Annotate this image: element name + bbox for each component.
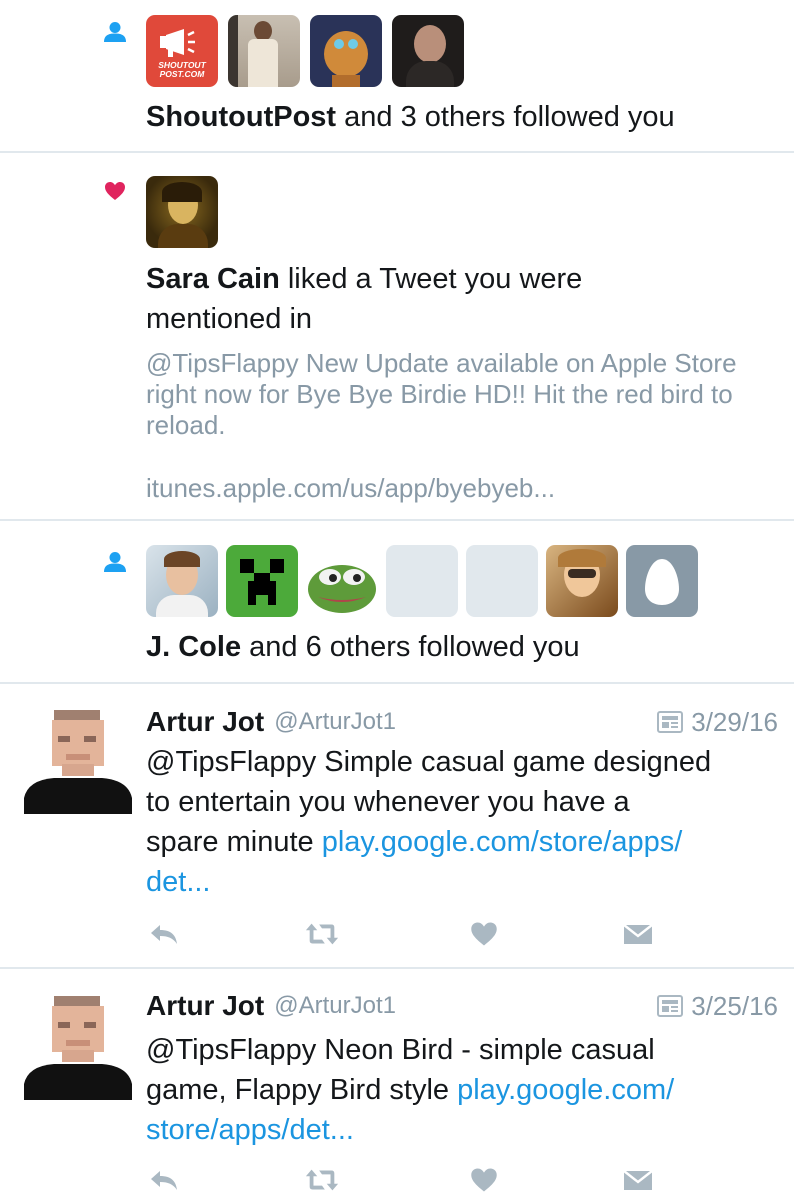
actor-name[interactable]: Sara Cain bbox=[146, 263, 280, 295]
tweet-header: Artur Jot @ArturJot1 bbox=[146, 704, 396, 740]
tweet-actions bbox=[146, 918, 666, 950]
follow-summary: J. Cole and 6 others followed you bbox=[146, 627, 580, 667]
author-name[interactable]: Artur Jot bbox=[146, 706, 264, 738]
quoted-tweet-line: reload. bbox=[146, 410, 226, 440]
avatar[interactable] bbox=[466, 545, 538, 617]
quoted-tweet-link[interactable]: itunes.apple.com/us/app/byebyeb... bbox=[146, 473, 555, 504]
heart-icon bbox=[105, 182, 125, 200]
avatar[interactable] bbox=[24, 988, 132, 1100]
avatar[interactable] bbox=[386, 545, 458, 617]
tweet-text-line: @TipsFlappy Simple casual game designed bbox=[146, 746, 712, 778]
author-handle[interactable]: @ArturJot1 bbox=[274, 708, 396, 736]
card-icon bbox=[657, 995, 684, 1017]
card-icon bbox=[657, 711, 684, 733]
tweet-link[interactable]: play.google.com/ bbox=[457, 1074, 674, 1106]
retweet-button[interactable] bbox=[304, 918, 340, 950]
person-icon bbox=[104, 552, 126, 572]
tweet-text-line: spare minute play.google.com/store/apps/ bbox=[146, 822, 682, 862]
retweet-button[interactable] bbox=[304, 1164, 340, 1196]
avatar[interactable]: SHOUTOUT POST.COM bbox=[146, 15, 218, 87]
author-handle[interactable]: @ArturJot1 bbox=[274, 992, 396, 1020]
megaphone-icon: SHOUTOUT POST.COM bbox=[158, 29, 207, 79]
avatar[interactable] bbox=[546, 545, 618, 617]
actor-name[interactable]: J. Cole bbox=[146, 631, 241, 663]
tweet-date: 3/25/16 bbox=[657, 988, 778, 1024]
heart-icon bbox=[471, 922, 497, 946]
avatar[interactable] bbox=[228, 15, 300, 87]
follow-summary: ShoutoutPost and 3 others followed you bbox=[146, 97, 675, 137]
reply-button[interactable] bbox=[146, 918, 182, 950]
message-button[interactable] bbox=[620, 1164, 656, 1196]
divider bbox=[0, 519, 794, 521]
follow-text: and 6 others followed you bbox=[241, 631, 580, 663]
reply-icon bbox=[151, 925, 177, 944]
tweet-header: Artur Jot @ArturJot1 bbox=[146, 988, 396, 1024]
date-text: 3/25/16 bbox=[691, 990, 778, 1021]
tweet-text-line: to entertain you whenever you have a bbox=[146, 786, 630, 818]
tweet-text: game, Flappy Bird style bbox=[146, 1074, 458, 1106]
creeper-icon bbox=[240, 559, 284, 605]
quoted-tweet-line: @TipsFlappy New Update available on Appl… bbox=[146, 348, 737, 378]
divider bbox=[0, 151, 794, 153]
avatar[interactable] bbox=[24, 702, 132, 814]
date-text: 3/29/16 bbox=[691, 706, 778, 737]
tweet-date: 3/29/16 bbox=[657, 704, 778, 740]
avatar[interactable] bbox=[392, 15, 464, 87]
follow-text: and 3 others followed you bbox=[336, 101, 675, 133]
svg-text:POST.COM: POST.COM bbox=[160, 69, 206, 79]
like-text: liked a Tweet you were bbox=[279, 263, 583, 295]
quoted-tweet-line: right now for Bye Bye Birdie HD!! Hit th… bbox=[146, 379, 733, 409]
actor-name[interactable]: ShoutoutPost bbox=[146, 101, 336, 133]
tweet-link[interactable]: det... bbox=[146, 862, 211, 902]
reply-icon bbox=[151, 1171, 177, 1190]
envelope-icon bbox=[623, 924, 653, 944]
avatar[interactable] bbox=[306, 545, 378, 617]
message-button[interactable] bbox=[620, 918, 656, 950]
follower-avatars bbox=[146, 545, 698, 617]
tweet-actions bbox=[146, 1164, 666, 1196]
envelope-icon bbox=[623, 1170, 653, 1190]
notifications-feed: SHOUTOUT POST.COM ShoutoutPost and 3 oth… bbox=[0, 0, 794, 1200]
like-summary: Sara Cain liked a Tweet you were bbox=[146, 259, 582, 299]
avatar[interactable] bbox=[226, 545, 298, 617]
egg-icon bbox=[645, 559, 679, 605]
avatar[interactable] bbox=[310, 15, 382, 87]
avatar[interactable] bbox=[146, 545, 218, 617]
tweet-link[interactable]: store/apps/det... bbox=[146, 1110, 354, 1150]
like-button[interactable] bbox=[466, 918, 502, 950]
frog-icon bbox=[308, 565, 376, 613]
avatar[interactable] bbox=[146, 176, 218, 248]
divider bbox=[0, 682, 794, 684]
divider bbox=[0, 967, 794, 969]
tweet-link[interactable]: play.google.com/store/apps/ bbox=[322, 826, 683, 858]
follower-avatars: SHOUTOUT POST.COM bbox=[146, 15, 464, 87]
person-icon bbox=[104, 22, 126, 42]
like-text-line2: mentioned in bbox=[146, 303, 313, 335]
tweet-text: spare minute bbox=[146, 826, 322, 858]
author-name[interactable]: Artur Jot bbox=[146, 990, 264, 1022]
like-button[interactable] bbox=[466, 1164, 502, 1196]
tweet-text-line: game, Flappy Bird style play.google.com/ bbox=[146, 1070, 674, 1110]
retweet-icon bbox=[305, 1169, 339, 1191]
tweet-text-line: @TipsFlappy Neon Bird - simple casual bbox=[146, 1034, 655, 1066]
retweet-icon bbox=[305, 923, 339, 945]
heart-icon bbox=[471, 1168, 497, 1192]
reply-button[interactable] bbox=[146, 1164, 182, 1196]
avatar[interactable] bbox=[626, 545, 698, 617]
